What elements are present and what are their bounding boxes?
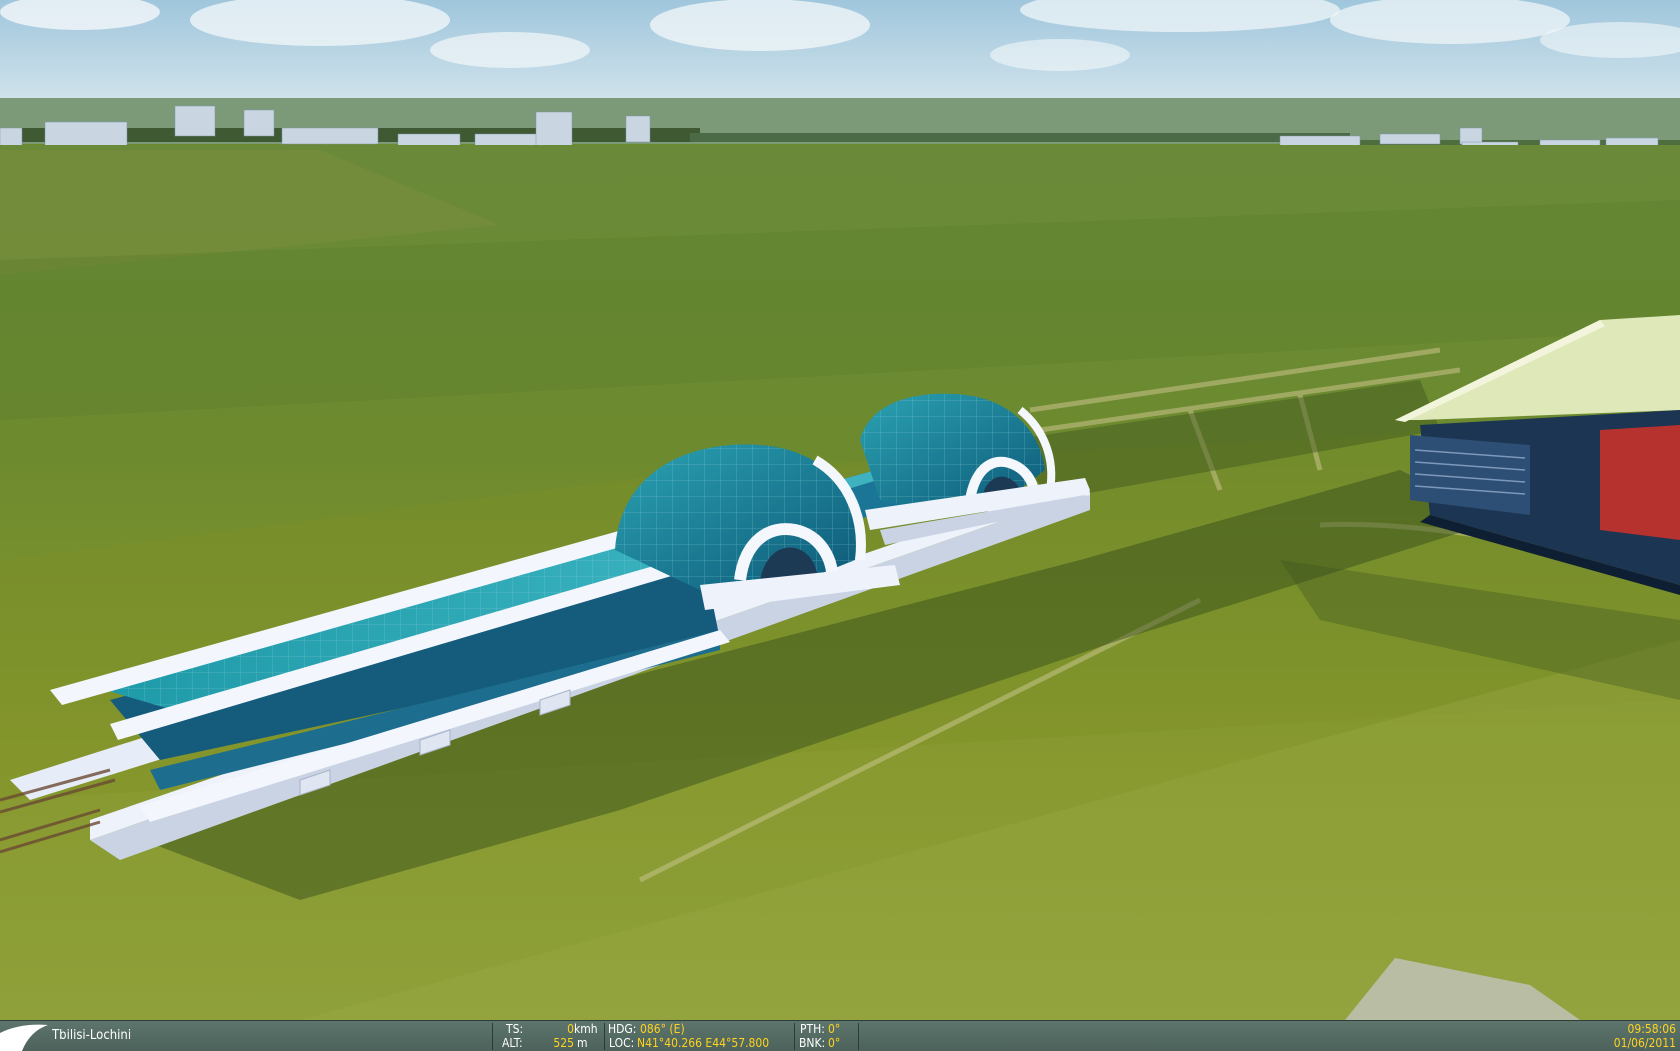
loc-value: N41°40.266 E44°57.800 xyxy=(637,1036,770,1050)
alt-label: ALT: xyxy=(502,1036,523,1050)
hdg-value: 086° (E) xyxy=(640,1022,685,1036)
pth-value: 0° xyxy=(828,1022,841,1036)
status-bar: Tbilisi-Lochini TS: 0 kmh ALT: 525 m HDG… xyxy=(0,1020,1680,1051)
bnk-label: BNK: xyxy=(799,1036,826,1050)
scene-render xyxy=(0,0,1680,1020)
alt-value: 525 xyxy=(553,1036,574,1050)
pth-label: PTH: xyxy=(800,1022,825,1036)
ts-value: 0 xyxy=(567,1022,574,1036)
bnk-value: 0° xyxy=(828,1036,841,1050)
ts-label: TS: xyxy=(506,1022,524,1036)
3d-viewport[interactable] xyxy=(0,0,1680,1020)
alt-unit: m xyxy=(577,1036,588,1050)
clock-time: 09:58:06 xyxy=(1627,1022,1676,1036)
sim-logo-icon xyxy=(0,1024,48,1051)
ts-unit: kmh xyxy=(574,1022,598,1036)
loc-label: LOC: xyxy=(609,1036,635,1050)
clock-date: 01/06/2011 xyxy=(1613,1036,1676,1050)
hdg-label: HDG: xyxy=(608,1022,637,1036)
location-name: Tbilisi-Lochini xyxy=(52,1028,132,1043)
